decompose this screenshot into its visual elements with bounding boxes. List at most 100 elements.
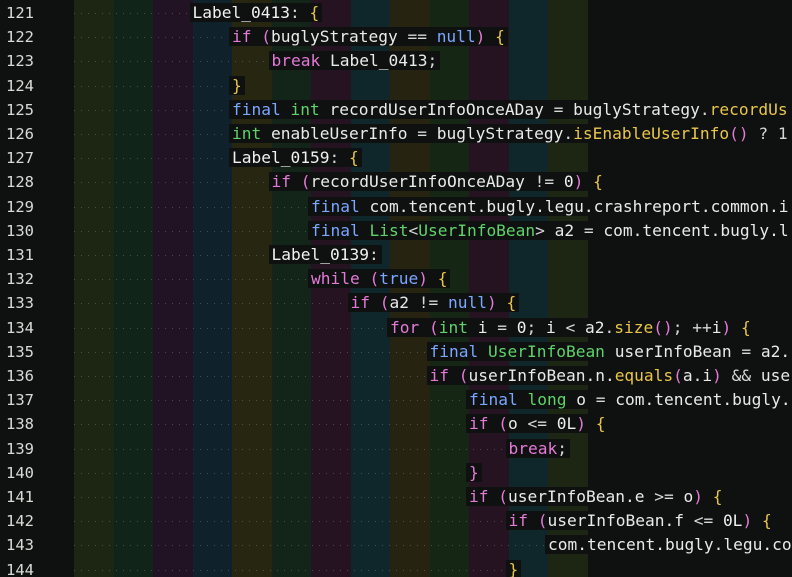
code-token: ( <box>537 511 548 531</box>
code-token: int <box>232 124 262 143</box>
code-token: enableUserInfo <box>271 124 408 143</box>
code-token: null <box>447 293 487 313</box>
code-text: } <box>505 558 522 577</box>
line-number: 127 <box>6 149 34 168</box>
code-token: if <box>350 293 371 313</box>
code-line[interactable]: 131 Label_0139: <box>0 243 792 267</box>
code-token: if <box>429 366 450 385</box>
code-text: final com.tencent.bugly.legu.crashreport… <box>308 195 792 219</box>
code-area[interactable]: 121 Label_0413: {122 if (buglyStrategy == … <box>0 0 792 577</box>
indent-whitespace-dots <box>74 134 228 135</box>
code-token: . <box>563 124 574 143</box>
code-token: : <box>368 245 379 264</box>
code-text: for (int i = 0; i < a2.size(); ++i) { <box>387 316 754 340</box>
line-number: 126 <box>6 125 34 143</box>
code-editor[interactable]: 121 Label_0413: {122 if (buglyStrategy == … <box>0 0 792 577</box>
code-token: if <box>469 414 489 434</box>
code-token: long <box>527 390 567 410</box>
code-token: UserInfoBean <box>487 341 605 361</box>
code-line[interactable]: 143 com.tencent.bugly.legu.co <box>0 533 792 557</box>
code-token: : <box>289 3 310 22</box>
code-token: ( <box>458 366 469 385</box>
indent-whitespace-dots <box>74 400 465 402</box>
code-line[interactable]: 133 if (a2 != null) { <box>0 291 792 315</box>
indent-whitespace-dots <box>74 61 268 63</box>
code-token: { <box>437 269 448 289</box>
code-token: a2. <box>760 341 791 361</box>
code-line[interactable]: 121 Label_0413: { <box>0 1 792 25</box>
code-token: i <box>477 317 488 337</box>
line-number: 133 <box>6 294 34 313</box>
indent-whitespace-dots <box>74 37 228 39</box>
code-line[interactable]: 132 while (true) { <box>0 267 792 291</box>
code-text: Label_0413: { <box>189 1 323 25</box>
code-line[interactable]: 126 int enableUserInfo = buglyStrategy.is… <box>0 122 792 146</box>
code-token: != <box>409 293 448 313</box>
code-token: com.tencent.bugly.legu.crashreport.commo… <box>369 196 789 216</box>
code-token: < <box>555 317 585 337</box>
code-token: ( <box>498 487 508 506</box>
code-token: = <box>585 390 616 410</box>
code-line[interactable]: 128 if (recordUserInfoOnceADay != 0) { <box>0 170 792 194</box>
code-token: final <box>469 390 518 410</box>
code-token: ( <box>300 172 311 192</box>
code-token: : <box>329 148 349 168</box>
code-line[interactable]: 144} <box>0 558 792 577</box>
code-line[interactable]: 137 final long o = com.tencent.bugly. <box>0 388 792 412</box>
code-line[interactable]: 122 if (buglyStrategy == null) { <box>0 25 792 49</box>
code-text: if (userInfoBean.n.equals(a.i) && use <box>426 364 792 388</box>
code-text: Label_0159: { <box>229 146 362 170</box>
code-line[interactable]: 136 if (userInfoBean.n.equals(a.i) && use <box>0 364 792 388</box>
code-token: isEnableUserInfo <box>573 124 730 143</box>
code-text: if (a2 != null) { <box>347 291 520 315</box>
code-token: 0 <box>516 317 527 337</box>
line-number: 138 <box>6 415 34 434</box>
code-token: } <box>232 75 242 95</box>
code-token: o <box>576 390 586 410</box>
code-line[interactable]: 142 if (userInfoBean.f <= 0L) { <box>0 509 792 533</box>
code-token: ) <box>721 317 732 337</box>
code-token: ) <box>742 511 753 531</box>
code-line[interactable]: 138 if (o <= 0L) { <box>0 412 792 436</box>
indent-whitespace-dots <box>74 521 505 523</box>
code-line[interactable]: 124} <box>0 74 792 98</box>
code-token: com.tencent.bugly.l <box>603 220 789 240</box>
indent-whitespace-dots <box>74 13 189 14</box>
indent-whitespace-dots <box>74 569 505 571</box>
code-line[interactable]: 135 final UserInfoBean userInfoBean = a2. <box>0 340 792 364</box>
code-token: Label_0159 <box>232 148 330 168</box>
line-number: 143 <box>6 536 34 555</box>
code-line[interactable]: 129 final com.tencent.bugly.legu.crashrep… <box>0 195 792 219</box>
code-text: while (true) { <box>308 267 451 291</box>
code-line[interactable]: 141 if (userInfoBean.e >= o) { <box>0 485 792 509</box>
code-token: UserInfoBean <box>418 220 536 240</box>
code-text: com.tencent.bugly.legu.co <box>545 533 792 557</box>
code-line[interactable]: 139 break; <box>0 437 792 461</box>
code-line[interactable]: 140} <box>0 461 792 485</box>
code-token: { <box>309 3 320 22</box>
code-token: Label_0139 <box>271 245 369 264</box>
code-token: userInfoBean <box>614 341 732 361</box>
code-token: if <box>469 487 489 506</box>
code-line[interactable]: 127 Label_0159: { <box>0 146 792 170</box>
indent-whitespace-dots <box>74 255 268 256</box>
code-text: int enableUserInfo = buglyStrategy.isEna… <box>229 122 791 146</box>
line-number: 134 <box>6 318 34 337</box>
code-line[interactable]: 125 final int recordUserInfoOnceADay = bu… <box>0 98 792 122</box>
code-token: } <box>508 559 519 577</box>
code-token: o <box>683 487 694 506</box>
code-token: buglyStrategy <box>436 124 564 143</box>
code-line[interactable]: 134 for (int i = 0; i < a2.size(); ++i) { <box>0 316 792 340</box>
line-number: 144 <box>6 560 34 577</box>
code-line[interactable]: 130 final List<UserInfoBean> a2 = com.ten… <box>0 219 792 243</box>
code-token: ) <box>475 27 486 47</box>
indent-whitespace-dots <box>74 327 386 329</box>
code-line[interactable]: 123 break Label_0413; <box>0 49 792 73</box>
